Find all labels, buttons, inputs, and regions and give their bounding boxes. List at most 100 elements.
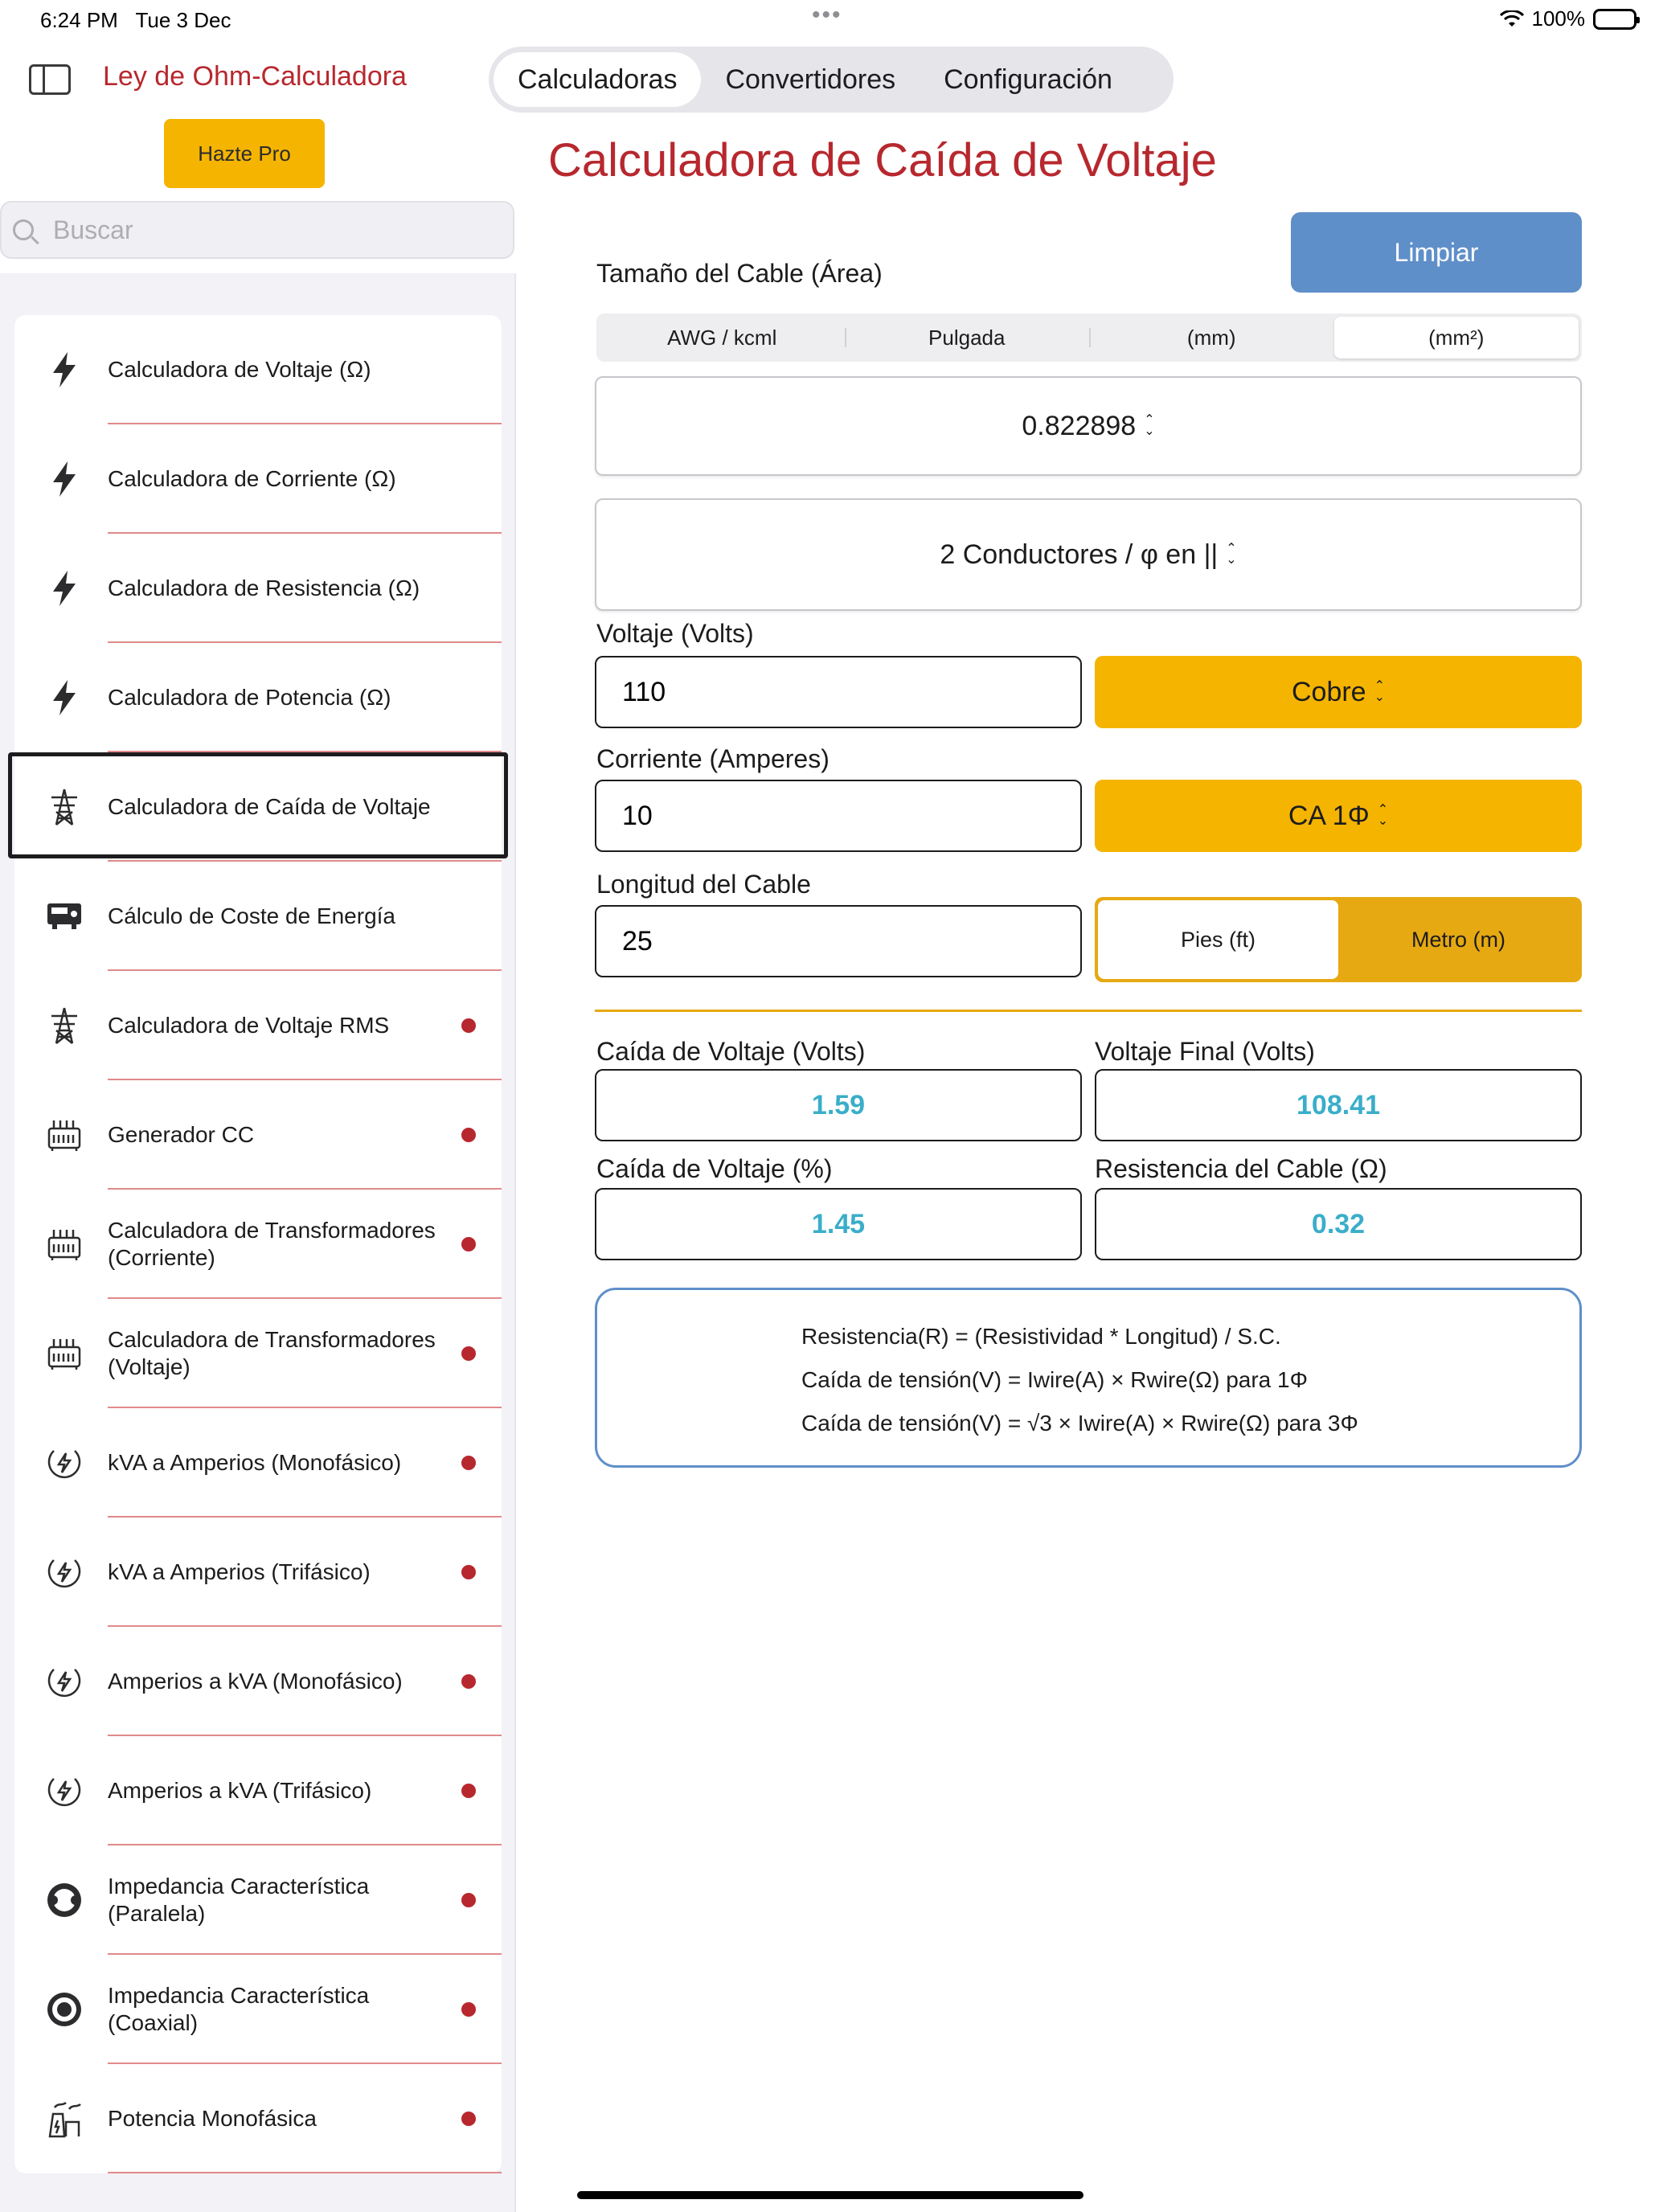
current-label: Corriente (Amperes) <box>596 744 830 773</box>
circle-bolt-icon <box>45 1662 84 1701</box>
sidebar-item-label: Amperios a kVA (Monofásico) <box>108 1669 403 1694</box>
voltage-input[interactable]: 110 <box>595 656 1082 728</box>
cable-size-label: Tamaño del Cable (Área) <box>596 259 883 288</box>
app-title: Ley de Ohm-Calculadora <box>103 61 407 92</box>
row-separator <box>108 2172 502 2173</box>
battery-percent: 100% <box>1531 6 1586 31</box>
go-pro-button[interactable]: Hazte Pro <box>164 119 325 188</box>
sidebar-item-label: Calculadora de Transformadores (Corrient… <box>108 1218 436 1270</box>
sidebar-item[interactable]: Impedancia Característica (Coaxial) <box>14 1955 502 2064</box>
circle-bolt-icon <box>45 1444 84 1482</box>
resistance-result: 0.32 <box>1095 1188 1582 1260</box>
pro-badge-dot <box>461 1456 476 1470</box>
sidebar-item-label: Calculadora de Transformadores (Voltaje) <box>108 1327 436 1379</box>
length-unit-selector: Pies (ft) Metro (m) <box>1095 897 1582 982</box>
voltage-label: Voltaje (Volts) <box>596 619 754 648</box>
clear-button[interactable]: Limpiar <box>1291 212 1582 293</box>
pro-badge-dot <box>461 1784 476 1798</box>
section-divider <box>595 1010 1582 1012</box>
sidebar-item[interactable]: Calculadora de Voltaje (Ω) <box>14 315 502 424</box>
sidebar-item[interactable]: Calculadora de Resistencia (Ω) <box>14 534 502 643</box>
pro-badge-dot <box>461 2112 476 2126</box>
sidebar-item-label: Calculadora de Voltaje (Ω) <box>108 357 371 382</box>
sidebar-item[interactable]: kVA a Amperios (Trifásico) <box>14 1518 502 1627</box>
generator-icon <box>45 1116 84 1154</box>
multitasking-dots-icon[interactable]: ••• <box>812 2 842 29</box>
unit-inch[interactable]: Pulgada <box>844 317 1090 358</box>
sidebar-item[interactable]: Amperios a kVA (Trifásico) <box>14 1736 502 1845</box>
main-tabs: Calculadoras Convertidores Configuración <box>489 47 1174 113</box>
sidebar-item[interactable]: Calculadora de Potencia (Ω) <box>14 643 502 752</box>
final-volts-label: Voltaje Final (Volts) <box>1095 1037 1315 1066</box>
calculator-list: Calculadora de Voltaje (Ω) Calculadora de… <box>8 315 508 2173</box>
sidebar-item[interactable]: Calculadora de Corriente (Ω) <box>14 424 502 534</box>
circle-bolt-icon <box>45 1772 84 1810</box>
sidebar-toggle-icon[interactable] <box>29 64 71 95</box>
drop-volts-label: Caída de Voltaje (Volts) <box>596 1037 866 1066</box>
coaxial-icon <box>45 1990 84 2029</box>
meter-icon <box>45 897 84 936</box>
material-selector[interactable]: Cobre ⌃ ⌄ <box>1095 656 1582 728</box>
sidebar-item[interactable]: Calculadora de Transformadores (Voltaje) <box>14 1299 502 1408</box>
sidebar-item-label: Impedancia Característica (Coaxial) <box>108 1983 370 2035</box>
tab-configuracion[interactable]: Configuración <box>920 52 1137 107</box>
tab-convertidores[interactable]: Convertidores <box>701 52 920 107</box>
home-indicator[interactable] <box>577 2191 1083 2199</box>
conductors-picker[interactable]: 2 Conductores / φ en || ⌃ ⌄ <box>595 498 1582 611</box>
up-down-chevron-icon: ⌃ ⌄ <box>1377 803 1389 828</box>
bolt-icon <box>45 350 84 389</box>
pro-badge-dot <box>461 1128 476 1142</box>
unit-mm2[interactable]: (mm²) <box>1333 317 1579 358</box>
unit-feet[interactable]: Pies (ft) <box>1098 900 1338 979</box>
sidebar-item-label: Calculadora de Corriente (Ω) <box>108 466 396 491</box>
phase-value: CA 1Φ <box>1288 800 1370 831</box>
sidebar-item-label: kVA a Amperios (Monofásico) <box>108 1450 402 1475</box>
up-down-chevron-icon: ⌃ ⌄ <box>1374 679 1385 704</box>
sidebar-item-label: Calculadora de Voltaje RMS <box>108 1013 390 1038</box>
sidebar-item-label: Impedancia Característica (Paralela) <box>108 1874 370 1926</box>
bolt-icon <box>45 460 84 498</box>
sidebar-item[interactable]: Calculadora de Voltaje RMS <box>14 971 502 1080</box>
formula-resistance: Resistencia(R) = (Resistividad * Longitu… <box>801 1324 1281 1349</box>
search-input[interactable] <box>53 215 503 245</box>
sidebar-item[interactable]: Amperios a kVA (Monofásico) <box>14 1627 502 1736</box>
final-volts-result: 108.41 <box>1095 1069 1582 1141</box>
sidebar-item-label: Calculadora de Resistencia (Ω) <box>108 576 420 600</box>
conductors-value: 2 Conductores / φ en || <box>940 539 1219 570</box>
status-indicators: 100% <box>1499 6 1640 31</box>
search-bar[interactable] <box>0 201 514 259</box>
sidebar-item[interactable]: Generador CC <box>14 1080 502 1190</box>
sidebar-item-label: Calculadora de Caída de Voltaje <box>108 794 431 819</box>
sidebar-item[interactable]: Cálculo de Coste de Energía <box>14 862 502 971</box>
tab-calculadoras[interactable]: Calculadoras <box>494 52 702 107</box>
cable-size-picker[interactable]: 0.822898 ⌃ ⌄ <box>595 376 1582 476</box>
sidebar-item[interactable]: Impedancia Característica (Paralela) <box>14 1845 502 1955</box>
cable-size-value: 0.822898 <box>1022 410 1137 441</box>
unit-mm[interactable]: (mm) <box>1089 317 1334 358</box>
sidebar-item[interactable]: Calculadora de Transformadores (Corrient… <box>14 1190 502 1299</box>
sidebar-item-label: Calculadora de Potencia (Ω) <box>108 685 391 710</box>
phase-selector[interactable]: CA 1Φ ⌃ ⌄ <box>1095 780 1582 852</box>
pro-badge-dot <box>461 1018 476 1033</box>
drop-volts-result: 1.59 <box>595 1069 1082 1141</box>
sidebar-item[interactable]: kVA a Amperios (Monofásico) <box>14 1408 502 1518</box>
resistance-label: Resistencia del Cable (Ω) <box>1095 1154 1387 1183</box>
sidebar-item[interactable]: Calculadora de Caída de Voltaje <box>8 752 508 862</box>
drop-pct-result: 1.45 <box>595 1188 1082 1260</box>
length-input[interactable]: 25 <box>595 905 1082 977</box>
circle-bolt-icon <box>45 1553 84 1591</box>
unit-meter[interactable]: Metro (m) <box>1338 900 1579 979</box>
formula-drop-1phase: Caída de tensión(V) = Iwire(A) × Rwire(Ω… <box>801 1367 1308 1392</box>
transformer-icon <box>45 1225 84 1264</box>
power-tower-icon <box>45 1006 84 1045</box>
page-title: Calculadora de Caída de Voltaje <box>548 134 1217 186</box>
sidebar-item-label: Generador CC <box>108 1122 255 1147</box>
sidebar-item-label: kVA a Amperios (Trifásico) <box>108 1559 371 1584</box>
sidebar-item[interactable]: Potencia Monofásica <box>14 2064 502 2173</box>
current-input[interactable]: 10 <box>595 780 1082 852</box>
unit-awg[interactable]: AWG / kcml <box>600 317 845 358</box>
length-label: Longitud del Cable <box>596 870 811 899</box>
pro-badge-dot <box>461 1346 476 1361</box>
search-icon <box>13 219 34 240</box>
sidebar-header: Ley de Ohm-Calculadora Hazte Pro <box>0 0 516 273</box>
